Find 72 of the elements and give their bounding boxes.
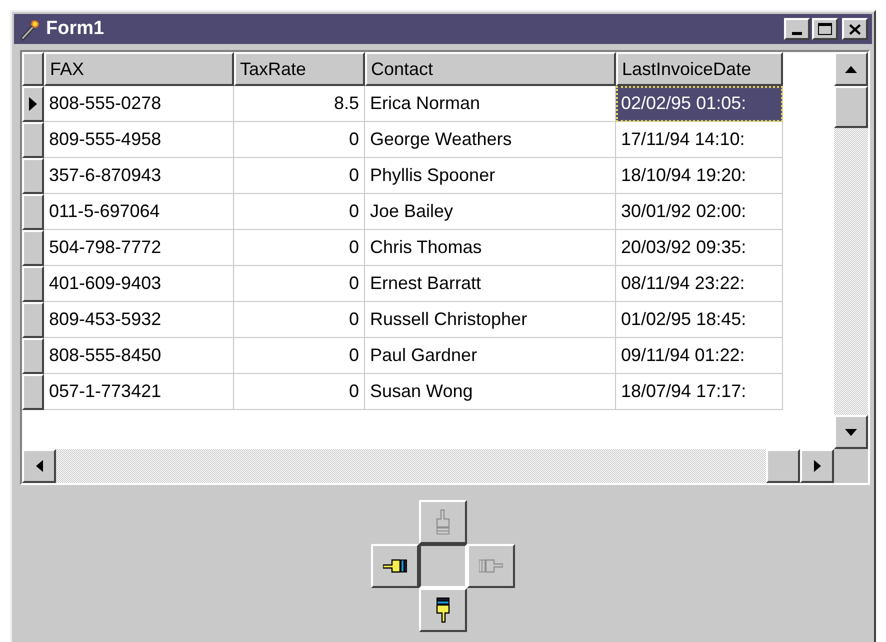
table-cell: Joe Bailey xyxy=(365,194,616,230)
maximize-button[interactable] xyxy=(812,18,838,40)
table-cell: 808-555-0278 xyxy=(44,86,234,122)
table-cell: 504-798-7772 xyxy=(44,230,234,266)
table-cell: 011-5-697064 xyxy=(44,194,234,230)
table-cell: 08/11/94 23:22: xyxy=(616,266,783,302)
maximize-icon xyxy=(818,23,832,35)
row-indicator[interactable] xyxy=(22,158,44,194)
table-cell: 808-555-8450 xyxy=(44,338,234,374)
minimize-icon xyxy=(792,32,802,35)
row-indicator[interactable] xyxy=(22,374,44,410)
horizontal-scrollbar[interactable] xyxy=(22,449,834,483)
table-cell: 09/11/94 01:22: xyxy=(616,338,783,374)
table-cell: 20/03/92 09:35: xyxy=(616,230,783,266)
right-arrow-icon xyxy=(814,460,820,472)
minimize-button[interactable] xyxy=(784,18,810,40)
table-cell: 357-6-870943 xyxy=(44,158,234,194)
table-cell: Ernest Barratt xyxy=(365,266,616,302)
table-cell: 30/01/92 02:00: xyxy=(616,194,783,230)
table-cell: 01/02/95 18:45: xyxy=(616,302,783,338)
nav-center-panel xyxy=(419,544,467,588)
table-cell: 057-1-773421 xyxy=(44,374,234,410)
table-cell: Phyllis Spooner xyxy=(365,158,616,194)
row-indicator[interactable] xyxy=(22,122,44,158)
left-button[interactable] xyxy=(371,544,419,588)
table-cell: 809-453-5932 xyxy=(44,302,234,338)
scroll-down-button[interactable] xyxy=(834,415,868,449)
window-title: Form1 xyxy=(46,16,106,41)
scroll-thumb[interactable] xyxy=(766,449,800,483)
table-cell: 8.5 xyxy=(234,86,365,122)
table-cell: 0 xyxy=(234,194,365,230)
column-header[interactable]: FAX xyxy=(44,52,234,86)
table-cell: 18/07/94 17:17: xyxy=(616,374,783,410)
row-indicator[interactable] xyxy=(22,86,44,122)
scroll-left-button[interactable] xyxy=(22,449,56,483)
table-cell: Susan Wong xyxy=(365,374,616,410)
scroll-right-button[interactable] xyxy=(800,449,834,483)
close-icon xyxy=(849,24,861,34)
down-arrow-icon xyxy=(845,428,857,436)
table-cell: Chris Thomas xyxy=(365,230,616,266)
table-cell: George Weathers xyxy=(365,122,616,158)
table-cell: 0 xyxy=(234,266,365,302)
row-indicator[interactable] xyxy=(22,266,44,302)
left-arrow-icon xyxy=(36,460,42,472)
column-header[interactable]: TaxRate xyxy=(234,52,365,86)
table-cell: 0 xyxy=(234,338,365,374)
table-cell: 0 xyxy=(234,158,365,194)
vertical-scrollbar[interactable] xyxy=(834,52,868,449)
row-indicator[interactable] xyxy=(22,230,44,266)
table-cell: 02/02/95 01:05: xyxy=(616,86,783,122)
table-cell: 0 xyxy=(234,230,365,266)
column-header[interactable]: LastInvoiceDate xyxy=(616,52,783,86)
down-button[interactable] xyxy=(419,588,467,632)
table-cell: 0 xyxy=(234,122,365,158)
row-indicator[interactable] xyxy=(22,194,44,230)
current-row-icon xyxy=(29,97,37,111)
table-cell: 18/10/94 19:20: xyxy=(616,158,783,194)
up-arrow-icon xyxy=(845,66,857,72)
table-cell: 17/11/94 14:10: xyxy=(616,122,783,158)
table-cell: 809-555-4958 xyxy=(44,122,234,158)
scroll-thumb[interactable] xyxy=(834,86,868,128)
scrollbar-corner xyxy=(834,449,868,483)
close-button[interactable] xyxy=(842,18,868,40)
table-cell: 401-609-9403 xyxy=(44,266,234,302)
column-header[interactable]: Contact xyxy=(365,52,616,86)
row-indicator[interactable] xyxy=(22,302,44,338)
table-cell: 0 xyxy=(234,302,365,338)
table-cell: Paul Gardner xyxy=(365,338,616,374)
row-indicator[interactable] xyxy=(22,338,44,374)
table-cell: Russell Christopher xyxy=(365,302,616,338)
scroll-up-button[interactable] xyxy=(834,52,868,86)
table-cell: 0 xyxy=(234,374,365,410)
